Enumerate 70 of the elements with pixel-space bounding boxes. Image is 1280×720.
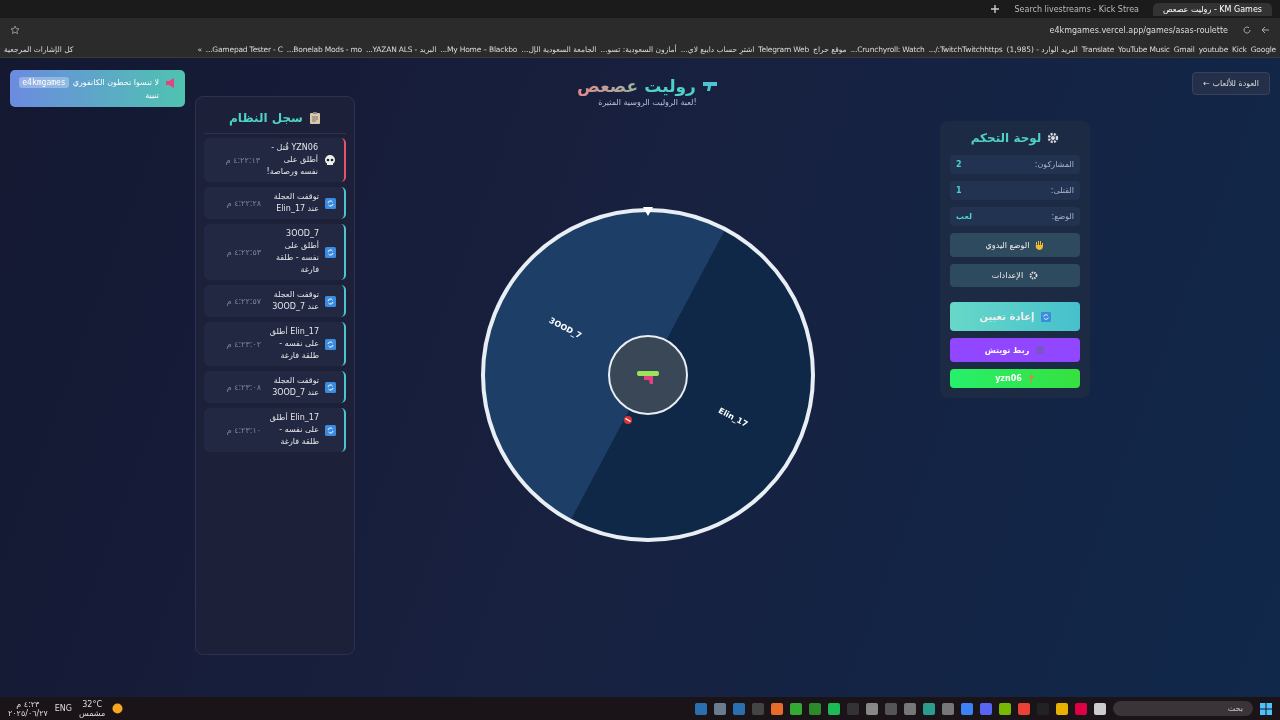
refresh-icon (325, 246, 336, 258)
log-title: سجل النظام (229, 111, 303, 125)
no-entry-icon (623, 416, 632, 424)
log-message: Elin_17 أطلق على نفسه - طلقة فارغة (268, 412, 319, 448)
app-icon[interactable] (771, 702, 783, 715)
stat-value: 1 (956, 186, 962, 195)
search-field[interactable]: بحث (1113, 701, 1253, 716)
refresh-icon (1040, 311, 1051, 322)
log-time: ٤:٢٢:٥٣ م (226, 247, 261, 257)
refresh-icon (325, 381, 336, 393)
log-message: Elin_17 أطلق على نفسه - طلقة فارغة (268, 326, 319, 362)
browser-tab[interactable]: Search livestreams - Kick Strea (1004, 2, 1149, 16)
language-indicator[interactable]: ENG (54, 704, 72, 713)
refresh-icon (325, 197, 336, 209)
game-title: روليت (644, 76, 696, 96)
log-time: ٤:٢٣:٠٨ م (226, 382, 261, 392)
panel-button[interactable]: الوضع اليدوي (950, 233, 1080, 257)
notice-text: لا تنسوا تحطون الكانفوري (72, 78, 159, 87)
refresh-icon (325, 424, 336, 436)
log-message: 3OOD_7 أطلق على نفسه - طلقة فارغة (274, 228, 319, 276)
windows-icon[interactable] (1260, 702, 1272, 715)
reload-icon[interactable] (1242, 25, 1252, 35)
log-message: توقفت العجلة عند 3OOD_7 (271, 289, 319, 313)
sun-icon (112, 703, 124, 714)
game-subtitle: لعبة الروليت الروسية المثيرة! (598, 98, 697, 107)
app-icon[interactable] (790, 702, 802, 715)
refresh-icon (325, 295, 336, 307)
log-time: ٤:٢٢:٢٨ م (226, 198, 261, 208)
stat-value: لعب (956, 212, 972, 221)
notice-label: تنبية (144, 91, 159, 100)
water-gun-icon (636, 371, 659, 384)
log-time: ٤:٢٢:٥٧ م (226, 296, 261, 306)
app-icon[interactable] (999, 702, 1011, 715)
stat-label: القتلى: (1050, 186, 1074, 195)
app-icon[interactable] (923, 702, 935, 715)
circle-icon (1035, 345, 1046, 355)
log-message: توقفت العجلة عند Elin_17 (272, 191, 319, 215)
back-button[interactable]: ← العودة للألعاب (1192, 72, 1270, 95)
hand-icon (1035, 240, 1045, 250)
panel-button[interactable]: الإعدادات (950, 264, 1080, 287)
megaphone-icon (165, 77, 177, 89)
star-icon[interactable] (10, 25, 20, 35)
stat-label: المشاركون: (1034, 160, 1074, 169)
skull-icon (324, 154, 336, 166)
log-time: ٤:٢٢:١٣ م (225, 155, 260, 165)
log-message: YZN06 قُتل - أطلق على نفسه ورصاصة! (266, 142, 318, 178)
stat-value: 2 (956, 160, 962, 169)
gear-icon (1029, 271, 1039, 280)
stat-label: الوضع: (1051, 212, 1074, 221)
clock-time: ٤:٢٣ م ٢٠٢٥/٠٦/٢٧ (8, 699, 48, 718)
clipboard-icon (308, 111, 321, 125)
app-icon[interactable] (1094, 702, 1106, 715)
back-arrow-icon[interactable] (1260, 25, 1270, 35)
app-icon[interactable] (828, 702, 840, 715)
app-icon[interactable] (1018, 702, 1030, 715)
app-icon[interactable] (961, 702, 973, 715)
gear-icon (1047, 132, 1060, 144)
log-time: ٤:٢٣:٠٢ م (226, 339, 261, 349)
log-message: توقفت العجلة عند 3OOD_7 (271, 375, 319, 399)
app-icon[interactable] (1056, 702, 1068, 715)
address-field[interactable]: e4kmgames.vercel.app/games/asas-roulette (1043, 22, 1234, 38)
app-icon[interactable] (866, 702, 878, 715)
panel-title: لوحة التحكم (970, 131, 1042, 145)
plus-icon[interactable] (990, 4, 1001, 14)
pointer-icon (642, 207, 653, 216)
refresh-icon (325, 338, 336, 350)
code-tag: e4kmgames (19, 77, 69, 88)
twitch-button[interactable]: ربط تويتش (950, 338, 1080, 362)
log-time: ٤:٢٣:١٠ م (226, 425, 261, 435)
browser-tab[interactable]: KM Games - روليت عصعص (1153, 2, 1272, 16)
